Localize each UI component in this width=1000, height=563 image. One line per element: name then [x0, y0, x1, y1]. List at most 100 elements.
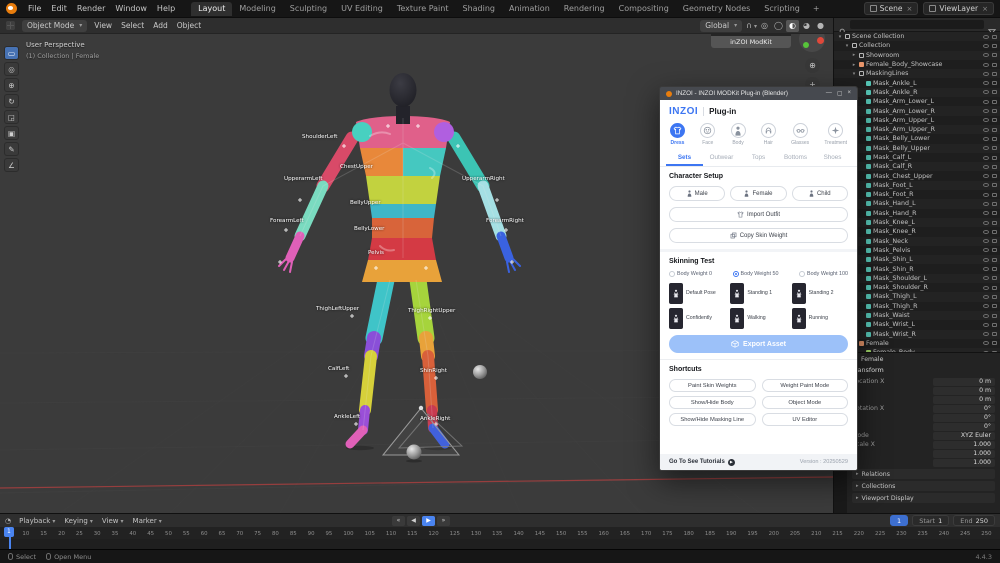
view-layer-selector[interactable]: ViewLayer — [923, 2, 994, 15]
viewport-menu-item[interactable]: Select — [121, 21, 144, 30]
camera-toggle-icon[interactable] — [992, 341, 997, 345]
shading-mode-icon[interactable]: ● — [814, 20, 827, 32]
camera-toggle-icon[interactable] — [992, 44, 997, 48]
nav-button[interactable]: ⊕ — [805, 58, 820, 73]
field-value[interactable]: 0 m — [933, 387, 995, 395]
outliner-row[interactable]: ▾ Scene Collection — [834, 32, 1000, 41]
eye-icon[interactable] — [983, 323, 989, 327]
eye-icon[interactable] — [983, 174, 989, 178]
outliner-row[interactable]: Mask_Ankle_L — [834, 78, 1000, 87]
field-value[interactable]: 0 m — [933, 396, 995, 404]
add-workspace-button[interactable]: + — [808, 2, 825, 16]
eye-icon[interactable] — [983, 193, 989, 197]
pose-option[interactable]: Standing 1 — [730, 283, 786, 304]
tool-button[interactable]: ◲ — [4, 110, 19, 124]
clear-icon[interactable] — [981, 4, 988, 13]
body-weight-radio[interactable]: Body Weight 50 — [733, 271, 779, 277]
outliner-row[interactable]: Mask_Arm_Upper_R — [834, 125, 1000, 134]
camera-toggle-icon[interactable] — [992, 100, 997, 104]
eye-icon[interactable] — [983, 90, 989, 94]
outliner-row[interactable]: Mask_Pelvis — [834, 246, 1000, 255]
shortcut-button[interactable]: Object Mode — [762, 396, 849, 409]
camera-toggle-icon[interactable] — [992, 63, 997, 67]
sub-tab[interactable]: Shoes — [814, 150, 851, 166]
expand-caret-icon[interactable]: ▸ — [851, 62, 857, 68]
camera-toggle-icon[interactable] — [992, 146, 997, 150]
end-frame-field[interactable]: End250 — [953, 515, 995, 526]
outliner-row[interactable]: Mask_Chest_Upper — [834, 171, 1000, 180]
workspace-tab[interactable]: UV Editing — [334, 2, 390, 16]
window-control-icon[interactable]: ▢ — [837, 90, 843, 97]
expand-caret-icon[interactable]: ▸ — [851, 52, 857, 58]
shading-mode-icon[interactable]: ◯ — [772, 20, 785, 32]
menu-item[interactable]: Window — [110, 2, 152, 15]
sub-tab[interactable]: Outwear — [703, 150, 740, 166]
menu-item[interactable]: Render — [72, 2, 110, 15]
expand-caret-icon[interactable]: ▾ — [851, 71, 857, 77]
eye-icon[interactable] — [983, 267, 989, 271]
npanel-modkit-button[interactable]: inZOI ModKit — [711, 36, 791, 48]
editor-type-icon[interactable] — [6, 21, 15, 30]
camera-toggle-icon[interactable] — [992, 90, 997, 94]
outliner-search-field[interactable] — [850, 20, 984, 29]
outliner-row[interactable]: Mask_Arm_Lower_L — [834, 97, 1000, 106]
outliner-row[interactable]: Mask_Foot_L — [834, 181, 1000, 190]
transform-section-title[interactable]: Transform — [852, 366, 995, 374]
outliner-row[interactable]: Mask_Knee_R — [834, 227, 1000, 236]
camera-toggle-icon[interactable] — [992, 221, 997, 225]
shading-mode-icon[interactable]: ◐ — [786, 20, 799, 32]
viewport-menu-item[interactable]: View — [94, 21, 112, 30]
workspace-tab[interactable]: Sculpting — [283, 2, 334, 16]
mannequin-figure[interactable] — [279, 73, 520, 444]
eye-icon[interactable] — [983, 211, 989, 215]
collapsed-section-header[interactable]: Collections — [852, 481, 995, 491]
timeline-track-area[interactable] — [0, 539, 1000, 549]
eye-icon[interactable] — [983, 35, 989, 39]
snap-magnet-icon[interactable]: ∩ — [746, 21, 757, 30]
tool-button[interactable]: ∠ — [4, 158, 19, 172]
tab-body[interactable]: Body — [731, 123, 746, 146]
tool-button[interactable]: ⊕ — [4, 78, 19, 92]
camera-toggle-icon[interactable] — [992, 109, 997, 113]
workspace-tab[interactable]: Texture Paint — [390, 2, 456, 16]
workspace-tab[interactable]: Compositing — [612, 2, 676, 16]
transport-button[interactable]: ◀ — [407, 516, 420, 526]
menu-item[interactable]: Help — [152, 2, 180, 15]
copy-skin-weight-button[interactable]: Copy Skin Weight — [669, 228, 848, 243]
camera-toggle-icon[interactable] — [992, 128, 997, 132]
camera-toggle-icon[interactable] — [992, 137, 997, 141]
workspace-tab[interactable]: Layout — [191, 2, 232, 16]
timeline-menu-item[interactable]: Marker — [133, 517, 162, 525]
pose-option[interactable]: Confidently — [669, 308, 725, 329]
pose-option[interactable]: Default Pose — [669, 283, 725, 304]
shortcut-button[interactable]: Weight Paint Mode — [762, 379, 849, 392]
mode-dropdown[interactable]: Object Mode — [22, 20, 87, 32]
camera-toggle-icon[interactable] — [992, 165, 997, 169]
outliner-row[interactable]: Mask_Shoulder_R — [834, 283, 1000, 292]
menu-item[interactable]: File — [23, 2, 46, 15]
transport-button[interactable]: « — [392, 516, 405, 526]
eye-icon[interactable] — [983, 128, 989, 132]
orientation-dropdown[interactable]: Global — [700, 20, 742, 32]
outliner-row[interactable]: Mask_Arm_Lower_R — [834, 106, 1000, 115]
eye-icon[interactable] — [983, 276, 989, 280]
eye-icon[interactable] — [983, 341, 989, 345]
eye-icon[interactable] — [983, 72, 989, 76]
export-asset-button[interactable]: Export Asset — [669, 335, 848, 353]
filter-icon[interactable] — [988, 21, 995, 28]
camera-toggle-icon[interactable] — [992, 211, 997, 215]
search-icon[interactable] — [839, 21, 846, 28]
camera-toggle-icon[interactable] — [992, 304, 997, 308]
eye-icon[interactable] — [983, 156, 989, 160]
eye-icon[interactable] — [983, 230, 989, 234]
outliner-row[interactable]: Mask_Shin_R — [834, 264, 1000, 273]
import-outfit-button[interactable]: Import Outfit — [669, 207, 848, 222]
eye-icon[interactable] — [983, 53, 989, 57]
y-axis-dot[interactable] — [803, 42, 809, 48]
field-value[interactable]: 0° — [933, 414, 995, 422]
field-value[interactable]: 1.000 — [933, 441, 995, 449]
outliner-row[interactable]: Mask_Hand_R — [834, 209, 1000, 218]
outliner-row[interactable]: Mask_Belly_Lower — [834, 134, 1000, 143]
eye-icon[interactable] — [983, 304, 989, 308]
camera-toggle-icon[interactable] — [992, 314, 997, 318]
